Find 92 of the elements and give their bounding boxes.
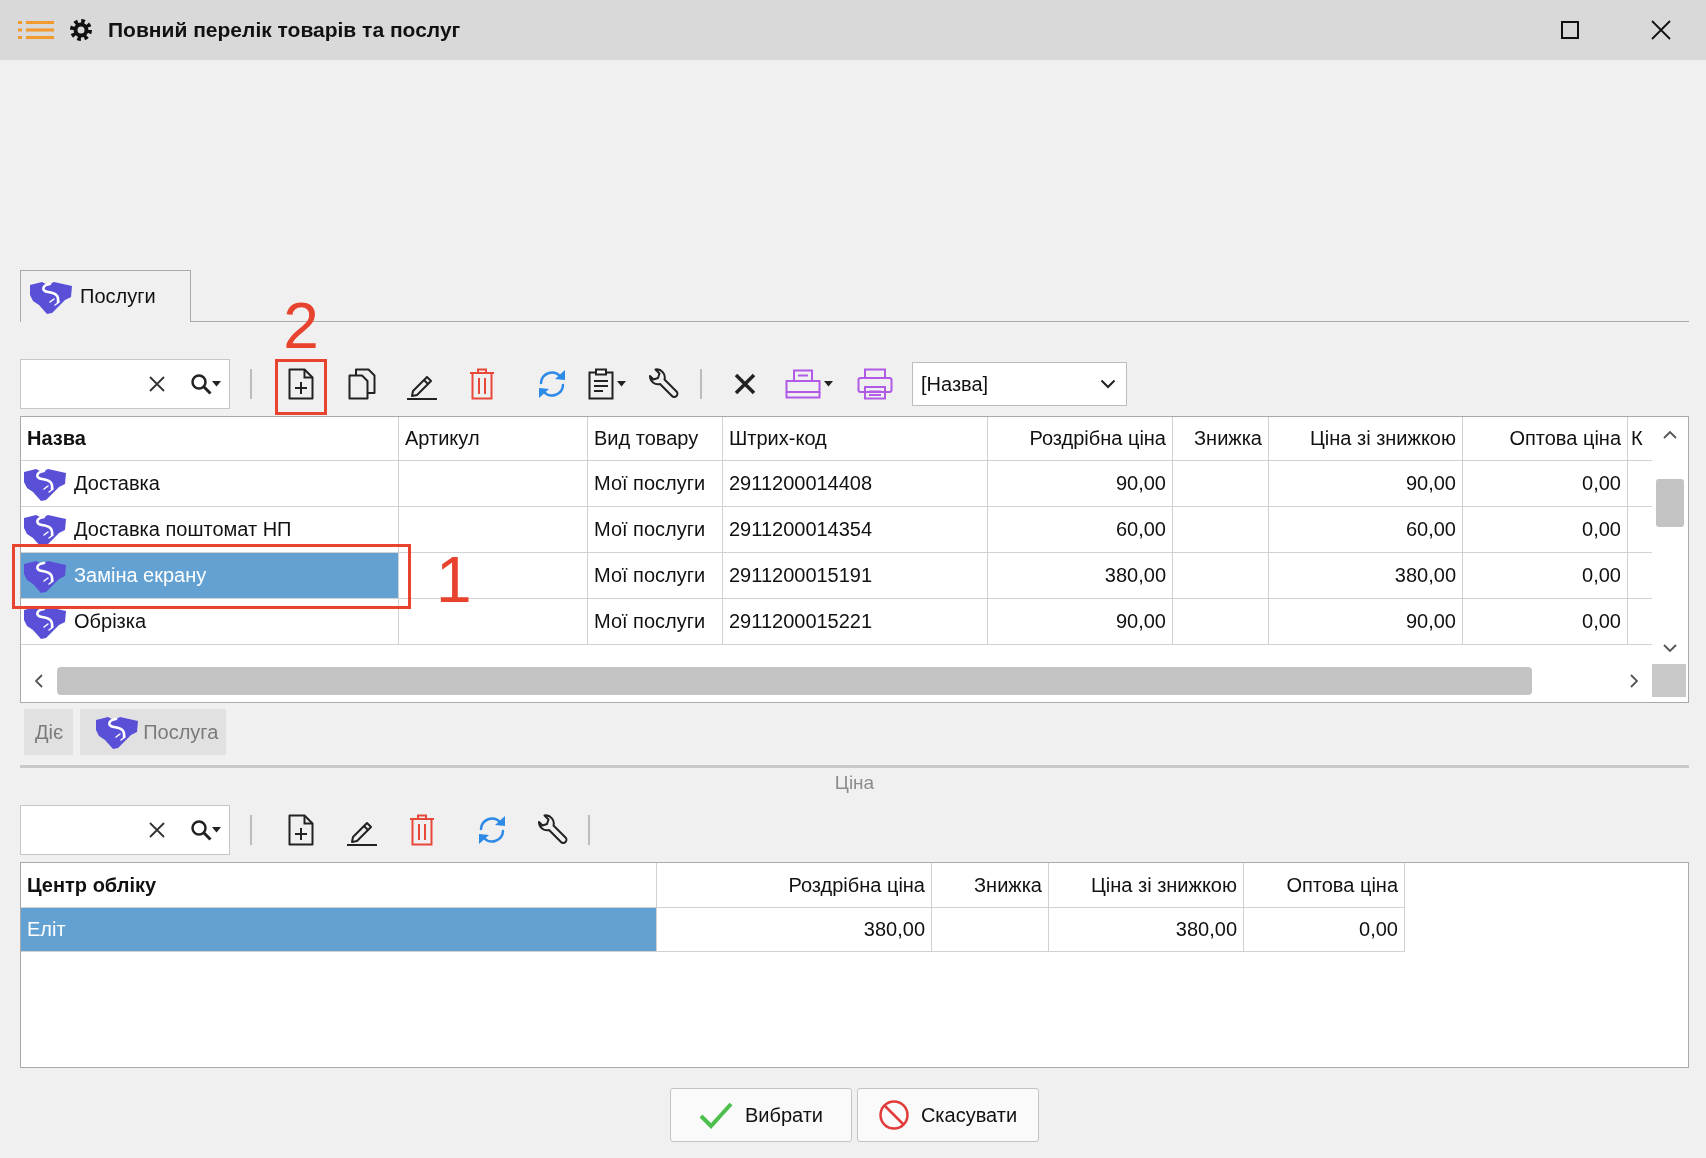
sort-dropdown[interactable]: [Назва] xyxy=(912,362,1127,406)
caret-icon[interactable] xyxy=(212,827,221,833)
handshake-icon xyxy=(96,715,139,749)
trash-icon xyxy=(469,368,495,400)
table-cell: 90,00 xyxy=(988,461,1173,507)
cross-icon xyxy=(734,373,756,395)
table-cell: 0,00 xyxy=(1463,553,1628,599)
section-title: Ціна xyxy=(834,772,875,794)
table-cell: 2911200015191 xyxy=(723,553,988,599)
caret-icon[interactable] xyxy=(212,381,221,387)
search-icon[interactable] xyxy=(190,819,212,841)
page-plus-icon xyxy=(288,814,314,846)
chevron-right-icon[interactable] xyxy=(1630,673,1638,688)
caret-icon xyxy=(824,381,833,387)
check-icon xyxy=(698,1101,733,1129)
annotation-number: 2 xyxy=(283,294,319,358)
column-header[interactable]: Оптова ціна xyxy=(1244,863,1405,908)
table-cell: 2911200014354 xyxy=(723,507,988,553)
service-name: Доставка xyxy=(74,472,160,495)
table-cell: 380,00 xyxy=(988,553,1173,599)
search-field[interactable] xyxy=(20,359,230,409)
table-cell: 2911200014408 xyxy=(723,461,988,507)
table-cell: 60,00 xyxy=(988,507,1173,553)
table-cell[interactable]: Обрізка xyxy=(21,599,399,645)
column-header[interactable]: Вид товару xyxy=(588,417,723,461)
copy-icon xyxy=(348,368,376,400)
maximize-icon xyxy=(1561,21,1579,39)
clipboard-icon xyxy=(588,368,614,400)
window-title: Повний перелік товарів та послуг xyxy=(108,18,462,42)
table-cell: 90,00 xyxy=(1269,461,1463,507)
refresh-icon xyxy=(536,368,568,400)
table-cell: 0,00 xyxy=(1463,461,1628,507)
column-header[interactable]: Ціна зі знижкою xyxy=(1049,863,1244,908)
handshake-icon xyxy=(24,512,66,547)
highlight-frame xyxy=(275,359,327,415)
chevron-down-icon[interactable] xyxy=(1663,644,1677,652)
scrollbar-thumb[interactable] xyxy=(57,666,1532,695)
column-header[interactable]: Ціна зі знижкою xyxy=(1269,417,1463,461)
table-cell: 380,00 xyxy=(1269,553,1463,599)
clear-icon[interactable] xyxy=(148,375,166,393)
table-cell: 90,00 xyxy=(988,599,1173,645)
handshake-icon xyxy=(24,466,66,501)
table-cell: Мої послуги xyxy=(588,507,723,553)
scrollbar-thumb[interactable] xyxy=(1656,479,1684,527)
tray-icon xyxy=(785,369,821,399)
service-name: Доставка поштомат НП xyxy=(74,518,292,541)
gear-icon[interactable] xyxy=(70,19,92,41)
cancel-button[interactable]: Скасувати xyxy=(857,1088,1039,1142)
caret-icon xyxy=(617,381,626,387)
column-header[interactable]: Роздрібна ціна xyxy=(988,417,1173,461)
table-cell: 2911200015221 xyxy=(723,599,988,645)
table-cell: Мої послуги xyxy=(588,599,723,645)
close-icon xyxy=(1651,20,1671,40)
table-cell: 0,00 xyxy=(1463,599,1628,645)
column-header[interactable]: Оптова ціна xyxy=(1463,417,1628,461)
column-header[interactable]: Назва xyxy=(21,417,399,461)
page-plus-icon xyxy=(288,368,314,400)
refresh-icon xyxy=(476,814,508,846)
table-cell: 60,00 xyxy=(1269,507,1463,553)
column-header[interactable]: Знижка xyxy=(1173,417,1269,461)
table-cell: 380,00 xyxy=(657,908,932,952)
table-cell: 90,00 xyxy=(1269,599,1463,645)
table-cell: 0,00 xyxy=(1244,908,1405,952)
column-header[interactable]: Роздрібна ціна xyxy=(657,863,932,908)
tab[interactable]: Послуги xyxy=(20,270,191,322)
table-cell: Мої послуги xyxy=(588,461,723,507)
column-header[interactable]: Штрих-код xyxy=(723,417,988,461)
table-cell: Мої послуги xyxy=(588,553,723,599)
wrench-icon xyxy=(536,814,568,846)
chevron-left-icon[interactable] xyxy=(35,673,43,688)
column-header[interactable]: Артикул xyxy=(399,417,588,461)
printer-icon xyxy=(857,368,893,400)
column-header[interactable]: К xyxy=(1628,417,1652,461)
scrollbar-corner xyxy=(1652,664,1686,697)
no-entry-icon xyxy=(878,1100,909,1130)
annotation-number: 1 xyxy=(436,548,472,612)
chevron-up-icon[interactable] xyxy=(1663,431,1677,439)
service-name: Обрізка xyxy=(74,610,147,633)
select-button[interactable]: Вибрати xyxy=(670,1088,852,1142)
handshake-icon xyxy=(24,558,66,593)
trash-icon xyxy=(409,814,435,846)
search-field[interactable] xyxy=(20,805,230,855)
wrench-icon xyxy=(647,368,679,400)
table-cell: 0,00 xyxy=(1463,507,1628,553)
column-header[interactable]: Знижка xyxy=(932,863,1049,908)
chevron-down-icon xyxy=(1100,379,1116,389)
service-name: Заміна екрану xyxy=(74,564,207,587)
table-cell[interactable]: Доставка xyxy=(21,461,399,507)
clear-icon[interactable] xyxy=(148,821,166,839)
search-icon[interactable] xyxy=(190,373,212,395)
table-cell: 380,00 xyxy=(1049,908,1244,952)
handshake-icon xyxy=(30,279,72,314)
